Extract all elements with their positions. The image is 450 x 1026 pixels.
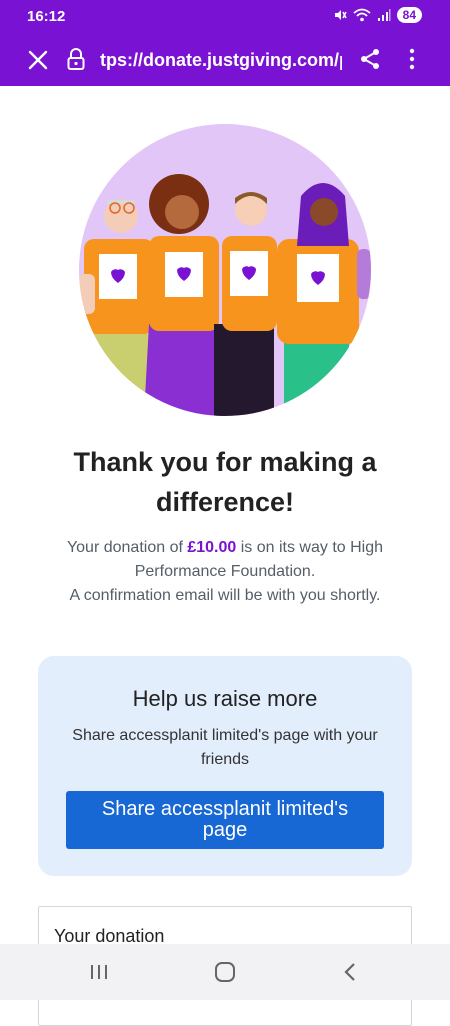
battery-icon: 84 <box>396 7 422 23</box>
close-icon[interactable] <box>26 48 50 72</box>
people-illustration <box>79 174 371 416</box>
lock-icon[interactable] <box>66 48 86 70</box>
share-card: Help us raise more Share accessplanit li… <box>38 656 412 876</box>
share-icon[interactable] <box>358 47 382 71</box>
more-vert-icon[interactable] <box>402 47 422 71</box>
confirmation-message: A confirmation email will be with you sh… <box>69 587 381 604</box>
back-icon[interactable] <box>341 961 359 983</box>
signal-icon <box>377 9 391 21</box>
donation-message-prefix: Your donation of <box>66 539 188 556</box>
browser-toolbar: tps://donate.justgiving.com/p <box>0 33 450 86</box>
mute-icon <box>334 10 347 20</box>
hero-illustration <box>79 124 371 416</box>
system-nav-bar <box>0 944 450 1000</box>
address-bar-url[interactable]: tps://donate.justgiving.com/p <box>100 47 342 73</box>
recents-icon[interactable] <box>88 963 110 981</box>
thank-you-heading: Thank you for making a difference! <box>73 447 377 517</box>
share-card-title: Help us raise more <box>132 686 318 711</box>
wifi-icon <box>353 8 371 22</box>
donation-message: Your donation of £10.00 is on its way to… <box>30 536 420 608</box>
share-card-subtitle: Share accessplanit limited's page with y… <box>72 727 378 768</box>
status-icons: 84 <box>333 7 422 23</box>
home-icon[interactable] <box>214 961 236 983</box>
share-page-button[interactable]: Share accessplanit limited's page <box>66 791 384 849</box>
status-time: 16:12 <box>27 8 66 25</box>
donation-amount: £10.00 <box>187 539 237 556</box>
status-bar: 16:12 84 <box>0 0 450 33</box>
